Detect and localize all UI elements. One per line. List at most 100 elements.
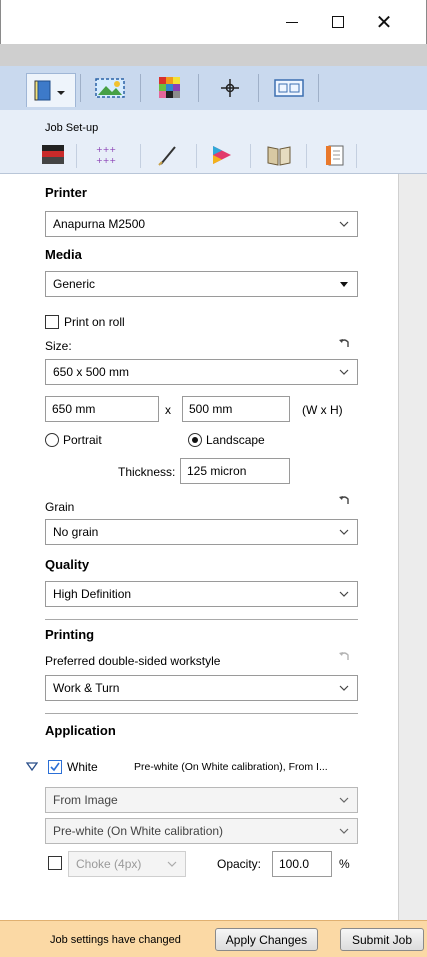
book-icon: [267, 146, 291, 166]
grain-dropdown[interactable]: No grain: [45, 519, 358, 545]
status-bar: Job settings have changed Apply Changes …: [0, 920, 427, 957]
target-tool-button[interactable]: [208, 73, 252, 103]
chevron-down-icon: [339, 591, 349, 597]
target-crosshair-icon: [221, 79, 239, 97]
height-input[interactable]: 500 mm: [182, 396, 290, 422]
portrait-label: Portrait: [63, 433, 102, 447]
quality-value: High Definition: [53, 587, 132, 601]
opacity-input[interactable]: 100.0: [272, 851, 332, 877]
workstyle-dropdown[interactable]: Work & Turn: [45, 675, 358, 701]
pen-icon: [158, 146, 176, 166]
image-placement-tool-button[interactable]: [90, 73, 132, 103]
printing-divider: [45, 619, 358, 620]
media-heading: Media: [45, 247, 82, 262]
chevron-down-icon: [339, 529, 349, 535]
application-divider: [45, 713, 358, 714]
opacity-value: 100.0: [279, 857, 310, 871]
minimize-button[interactable]: [269, 0, 315, 44]
printer-dropdown[interactable]: Anapurna M2500: [45, 211, 358, 237]
thickness-value: 125 micron: [187, 464, 247, 478]
width-input[interactable]: 650 mm: [45, 396, 159, 422]
apply-changes-button[interactable]: Apply Changes: [215, 928, 318, 951]
printer-media-icon: [42, 145, 64, 164]
job-setup-icon: [34, 80, 65, 100]
close-button[interactable]: ✕: [361, 0, 407, 44]
close-icon: ✕: [375, 10, 393, 34]
checkmark-icon: [50, 762, 60, 772]
subtab-book[interactable]: [262, 140, 296, 170]
header-strip: [0, 44, 427, 66]
printing-heading: Printing: [45, 627, 95, 642]
workstyle-value: Work & Turn: [53, 681, 120, 695]
reset-grain-icon[interactable]: [338, 494, 350, 506]
height-value: 500 mm: [189, 402, 233, 416]
chevron-down-icon: [339, 221, 349, 227]
white-source-value: From Image: [53, 793, 118, 807]
size-value: 650 x 500 mm: [53, 365, 130, 379]
choke-dropdown[interactable]: Choke (4px): [68, 851, 186, 877]
grain-label: Grain: [45, 500, 75, 514]
choke-value: Choke (4px): [76, 857, 142, 871]
white-summary: Pre-white (On White calibration), From I…: [134, 761, 328, 773]
choke-checkbox[interactable]: [48, 856, 62, 870]
document-icon: [326, 145, 344, 166]
title-bar: ✕: [0, 0, 427, 44]
thickness-input[interactable]: 125 micron: [180, 458, 290, 484]
maximize-button[interactable]: [315, 0, 361, 44]
grain-value: No grain: [53, 525, 99, 539]
subtab-marks[interactable]: +++ +++: [90, 140, 124, 170]
white-source-dropdown[interactable]: From Image: [45, 787, 358, 813]
submit-job-button[interactable]: Submit Job: [340, 928, 424, 951]
color-triangle-icon: [213, 146, 231, 164]
color-swatch-tool-button[interactable]: [150, 73, 192, 103]
reset-workstyle-icon[interactable]: [338, 650, 350, 662]
collapse-triangle-icon[interactable]: [26, 762, 38, 772]
reset-size-icon[interactable]: [338, 337, 350, 349]
printer-heading: Printer: [45, 185, 87, 200]
quality-heading: Quality: [45, 557, 90, 572]
maximize-icon: [332, 16, 344, 28]
subtab-color[interactable]: [204, 140, 238, 170]
chevron-down-icon: [339, 369, 349, 375]
vertical-scrollbar[interactable]: [398, 174, 427, 920]
minimize-icon: [286, 21, 298, 23]
chevron-down-icon: [339, 828, 349, 834]
layout-tool-button[interactable]: [266, 73, 312, 103]
white-checkbox[interactable]: [48, 760, 62, 774]
image-placement-icon: [95, 78, 125, 98]
job-setup-tool-button[interactable]: [26, 73, 76, 107]
chevron-down-icon: [339, 797, 349, 803]
media-value: Generic: [53, 277, 96, 291]
svg-text:+++: +++: [96, 156, 116, 165]
svg-text:+++: +++: [96, 145, 116, 154]
chevron-down-icon: [339, 685, 349, 691]
left-gutter: [0, 174, 34, 934]
caret-down-icon: [340, 282, 348, 287]
job-setup-header: Job Set-up +++ +++: [0, 110, 427, 174]
subtab-pen[interactable]: [150, 140, 184, 170]
landscape-radio[interactable]: [188, 433, 202, 447]
workstyle-label: Preferred double-sided workstyle: [45, 654, 221, 668]
subtab-printer-media[interactable]: [36, 140, 70, 170]
quality-dropdown[interactable]: High Definition: [45, 581, 358, 607]
subtab-document[interactable]: [318, 140, 352, 170]
white-mode-dropdown[interactable]: Pre-white (On White calibration): [45, 818, 358, 844]
thickness-label: Thickness:: [118, 465, 176, 479]
grid-marks-icon: +++ +++: [96, 145, 116, 165]
white-label: White: [67, 760, 98, 774]
wh-label: (W x H): [302, 403, 343, 417]
printer-value: Anapurna M2500: [53, 217, 146, 231]
media-dropdown[interactable]: Generic: [45, 271, 358, 297]
portrait-radio[interactable]: [45, 433, 59, 447]
color-swatch-icon: [159, 77, 180, 98]
chevron-down-icon: [167, 861, 177, 867]
application-heading: Application: [45, 723, 116, 738]
main-toolbar: [0, 66, 427, 110]
white-mode-value: Pre-white (On White calibration): [53, 824, 224, 838]
print-on-roll-checkbox[interactable]: [45, 315, 59, 329]
size-dropdown[interactable]: 650 x 500 mm: [45, 359, 358, 385]
percent-label: %: [339, 857, 350, 871]
size-label: Size:: [45, 339, 72, 353]
opacity-label: Opacity:: [217, 857, 262, 871]
times-label: x: [165, 403, 171, 417]
